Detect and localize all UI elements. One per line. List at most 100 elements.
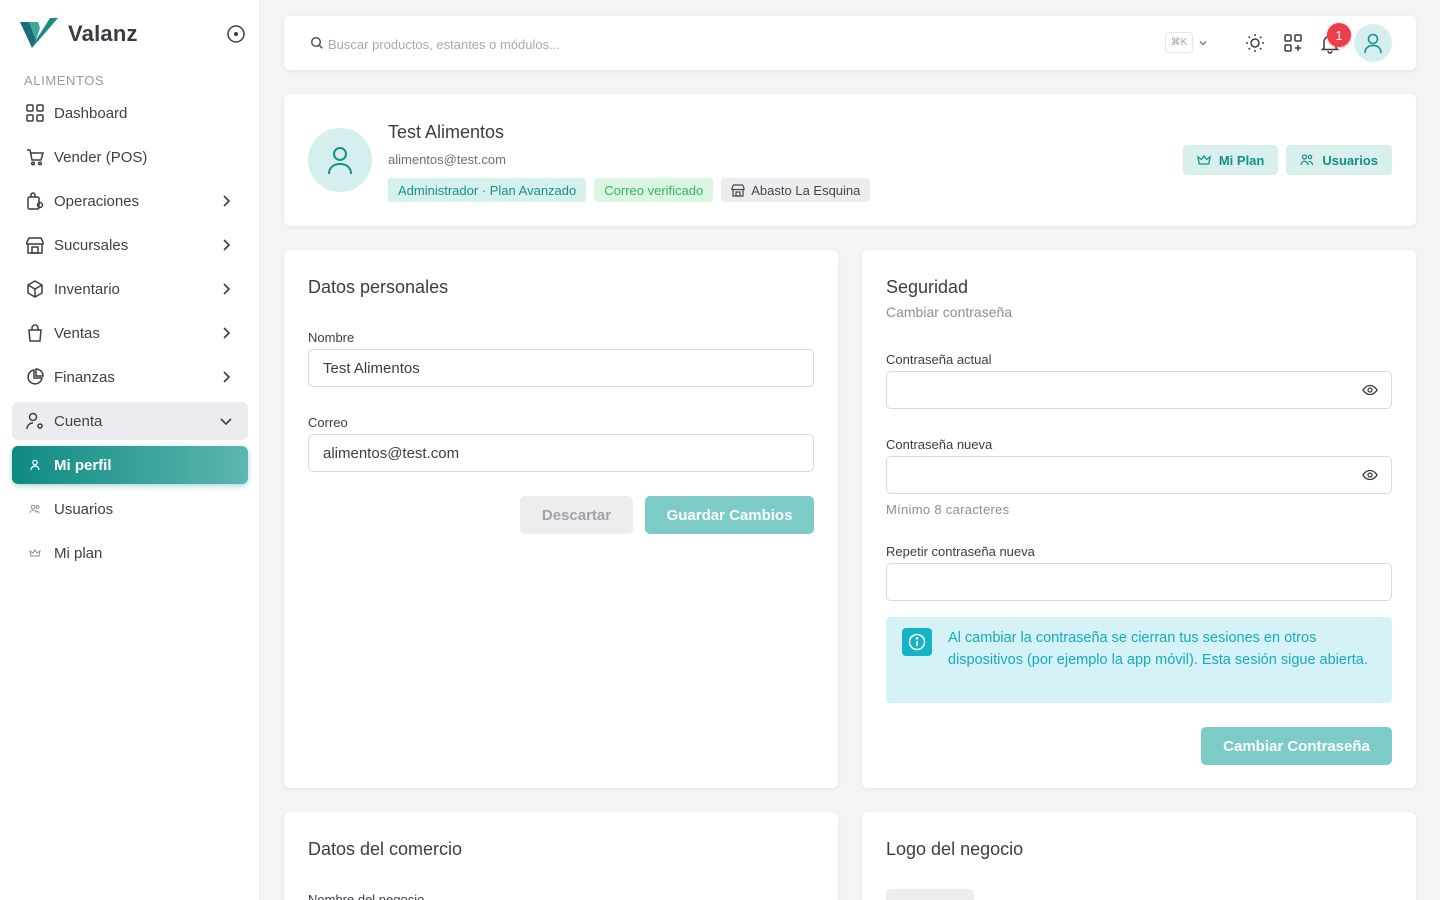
sidebar-section-label: ALIMENTOS [24, 73, 105, 88]
chevron-right-icon [223, 195, 231, 207]
current-password-label: Contraseña actual [886, 352, 992, 367]
store-icon [24, 234, 46, 256]
chevron-down-icon [220, 418, 232, 426]
pie-chart-icon [24, 366, 46, 388]
sidebar: Valanz ALIMENTOS Dashboard Vender (POS) … [0, 0, 260, 900]
eye-icon[interactable] [1362, 467, 1378, 483]
info-text: Al cambiar la contraseña se cierran tus … [948, 630, 1368, 668]
profile-email: alimentos@test.com [388, 152, 506, 167]
sidebar-item-sucursales[interactable]: Sucursales [12, 226, 248, 264]
profile-actions: Mi Plan Usuarios [1182, 145, 1392, 175]
sidebar-item-ventas[interactable]: Ventas [12, 314, 248, 352]
store-badge: Abasto La Esquina [721, 178, 871, 202]
sidebar-item-mi-plan[interactable]: Mi plan [12, 534, 248, 572]
name-field[interactable] [308, 349, 814, 387]
sidebar-item-label: Mi perfil [54, 456, 112, 474]
sidebar-item-label: Ventas [54, 324, 100, 342]
sidebar-item-label: Vender (POS) [54, 148, 148, 166]
new-password-field[interactable] [886, 456, 1392, 494]
info-icon [902, 628, 932, 656]
users-label: Usuarios [1322, 152, 1378, 168]
store-badge-label: Abasto La Esquina [751, 182, 861, 198]
logo-placeholder[interactable] [886, 889, 974, 900]
users-button[interactable]: Usuarios [1286, 145, 1392, 175]
card-title: Logo del negocio [886, 839, 1024, 859]
apps-grid-icon[interactable] [1282, 32, 1304, 54]
chevron-right-icon [223, 327, 231, 339]
sidebar-item-label: Operaciones [54, 192, 140, 210]
eye-icon[interactable] [1362, 382, 1378, 398]
name-label: Nombre [308, 330, 355, 345]
sidebar-item-label: Dashboard [54, 104, 128, 122]
sidebar-item-finanzas[interactable]: Finanzas [12, 358, 248, 396]
personal-data-card: Datos personales Nombre Correo Descartar… [284, 250, 838, 788]
sidebar-nav: Dashboard Vender (POS) Operaciones Sucur… [12, 94, 248, 578]
sidebar-item-label: Cuenta [54, 412, 103, 430]
valanz-logo-icon [20, 18, 58, 48]
save-button[interactable]: Guardar Cambios [645, 496, 814, 534]
user-icon [1364, 33, 1382, 54]
discard-button[interactable]: Descartar [520, 496, 633, 534]
sun-icon[interactable] [1244, 32, 1266, 54]
users-icon [1300, 154, 1314, 166]
card-subtitle: Cambiar contraseña [886, 304, 1013, 320]
store-data-card: Datos del comercio Nombre del negocio [284, 812, 838, 900]
search-icon [310, 36, 323, 49]
password-hint: Mínimo 8 caracteres [886, 502, 1010, 517]
user-icon [328, 147, 352, 175]
user-settings-icon [24, 410, 46, 432]
sidebar-item-label: Inventario [54, 280, 120, 298]
sidebar-item-usuarios[interactable]: Usuarios [12, 490, 248, 528]
chevron-right-icon [223, 239, 231, 251]
logo-card: Logo del negocio [862, 812, 1416, 900]
topbar: ⌘K 1 [284, 16, 1416, 70]
chevron-right-icon [223, 283, 231, 295]
repeat-password-field[interactable] [886, 563, 1392, 601]
sidebar-item-label: Mi plan [54, 544, 103, 562]
sidebar-item-label: Usuarios [54, 500, 114, 518]
card-title: Seguridad [886, 277, 969, 297]
bag-icon [24, 322, 46, 344]
dashboard-icon [24, 102, 46, 124]
profile-badges: Administrador · Plan Avanzado Correo ver… [388, 178, 871, 202]
collapse-sidebar-icon[interactable] [225, 23, 247, 45]
store-name-label: Nombre del negocio [308, 892, 425, 900]
sidebar-item-label: Sucursales [54, 236, 129, 254]
profile-name: Test Alimentos [388, 122, 505, 142]
new-password-label: Contraseña nueva [886, 437, 993, 452]
sidebar-item-operaciones[interactable]: Operaciones [12, 182, 248, 220]
change-password-button[interactable]: Cambiar Contraseña [1201, 727, 1392, 765]
profile-avatar [308, 128, 372, 192]
email-label: Correo [308, 415, 348, 430]
sidebar-item-pos[interactable]: Vender (POS) [12, 138, 248, 176]
cart-icon [24, 146, 46, 168]
sidebar-item-mi-perfil[interactable]: Mi perfil [12, 446, 248, 484]
repeat-password-label: Repetir contraseña nueva [886, 544, 1035, 559]
chevron-down-icon[interactable] [1197, 37, 1209, 49]
profile-card: Test Alimentos alimentos@test.com Admini… [284, 94, 1416, 226]
user-icon [24, 454, 46, 476]
brand-name: Valanz [68, 21, 138, 46]
chevron-right-icon [223, 371, 231, 383]
search-shortcut-badge: ⌘K [1165, 32, 1193, 53]
sidebar-item-cuenta[interactable]: Cuenta [12, 402, 248, 440]
my-plan-label: Mi Plan [1218, 152, 1265, 168]
role-badge: Administrador · Plan Avanzado [388, 178, 587, 202]
box-icon [24, 278, 46, 300]
sidebar-item-dashboard[interactable]: Dashboard [12, 94, 248, 132]
crown-icon [24, 542, 46, 564]
avatar[interactable] [1354, 24, 1392, 62]
card-title: Datos del comercio [308, 839, 463, 859]
card-title: Datos personales [308, 277, 449, 297]
store-icon [731, 184, 745, 197]
brand[interactable]: Valanz [20, 18, 138, 50]
current-password-field[interactable] [886, 371, 1392, 409]
info-alert: Al cambiar la contraseña se cierran tus … [886, 617, 1392, 703]
security-card: Seguridad Cambiar contraseña Contraseña … [862, 250, 1416, 788]
email-field[interactable] [308, 434, 814, 472]
search-input[interactable] [328, 33, 828, 55]
verified-badge: Correo verificado [594, 178, 714, 202]
sidebar-item-label: Finanzas [54, 368, 115, 386]
my-plan-button[interactable]: Mi Plan [1182, 145, 1279, 175]
sidebar-item-inventario[interactable]: Inventario [12, 270, 248, 308]
